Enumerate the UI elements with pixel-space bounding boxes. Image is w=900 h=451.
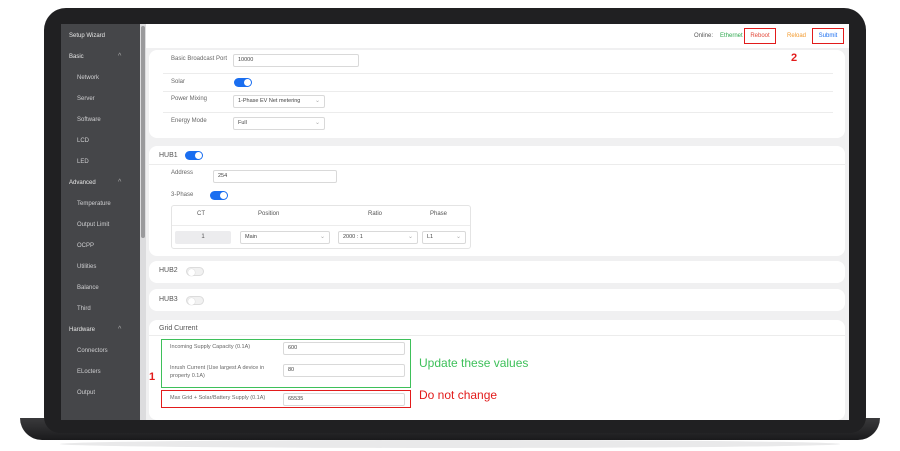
hub1-three-phase-toggle[interactable]	[210, 191, 228, 200]
hub2-title: HUB2	[159, 267, 178, 274]
power-mixing-value: 1-Phase EV Net metering	[238, 98, 301, 104]
hub2-toggle[interactable]	[186, 267, 204, 276]
ct-ratio-select[interactable]: 2000 : 1 ⌄	[338, 231, 418, 244]
ct-col-header: CT	[197, 211, 205, 217]
hub3-toggle[interactable]	[186, 296, 204, 305]
step-number-2: 2	[791, 52, 798, 64]
do-not-change-annotation: Do not change	[419, 388, 498, 402]
ct-phase-select[interactable]: L1 ⌄	[422, 231, 466, 244]
chevron-up-icon: ^	[118, 53, 122, 60]
sidebar-item-connectors[interactable]: Connectors	[77, 341, 108, 361]
hub3-title: HUB3	[159, 296, 178, 303]
energy-mode-select[interactable]: Full ⌄	[233, 117, 325, 130]
divider	[163, 73, 833, 74]
sidebar-item-utilities[interactable]: Utilities	[77, 257, 96, 277]
grid-current-title: Grid Current	[159, 325, 198, 332]
sidebar-item-output-limit[interactable]: Output Limit	[77, 215, 109, 235]
hub1-card: HUB1 Address 254 3-Phase CT Position Rat…	[149, 146, 845, 256]
phase-col-header: Phase	[430, 211, 448, 217]
laptop-mockup: Setup Wizard Basic ^ Network Server Software L…	[0, 0, 900, 451]
sidebar-item-lcd[interactable]: LCD	[77, 131, 89, 151]
sidebar-item-basic[interactable]: Basic	[69, 47, 84, 67]
sidebar-nav: Setup Wizard Basic ^ Network Server Software L…	[61, 24, 140, 420]
position-col-header: Position	[258, 211, 280, 217]
hub1-address-input[interactable]: 254	[213, 170, 337, 183]
update-values-annotation: Update these values	[419, 356, 529, 370]
hub3-card: HUB3	[149, 289, 845, 311]
broadcast-port-label: Basic Broadcast Port	[171, 56, 228, 62]
chevron-down-icon: ⌄	[314, 120, 320, 126]
sidebar-item-network[interactable]: Network	[77, 68, 99, 88]
chevron-down-icon: ⌄	[407, 234, 413, 240]
ct-phase-value: L1	[427, 234, 434, 240]
power-mixing-select[interactable]: 1-Phase EV Net metering ⌄	[233, 95, 325, 108]
hub1-toggle[interactable]	[185, 151, 203, 160]
step-number-1: 1	[149, 371, 156, 383]
solar-toggle[interactable]	[234, 78, 252, 87]
energy-mode-label: Energy Mode	[171, 118, 207, 124]
sidebar-item-software[interactable]: Software	[77, 110, 101, 130]
screen: Setup Wizard Basic ^ Network Server Software L…	[61, 24, 849, 420]
submit-button[interactable]: Submit	[812, 28, 844, 44]
sidebar-item-balance[interactable]: Balance	[77, 278, 99, 298]
sidebar-item-led[interactable]: LED	[77, 152, 89, 172]
connection-status-label: Online:	[694, 33, 714, 39]
divider	[149, 164, 845, 165]
hub1-three-phase-label: 3-Phase	[171, 192, 194, 198]
top-bar: Online: Ethernet Reboot Reload Submit	[146, 24, 849, 48]
ratio-col-header: Ratio	[368, 211, 383, 217]
divider	[163, 91, 833, 92]
sidebar-item-advanced[interactable]: Advanced	[69, 173, 96, 193]
chevron-up-icon: ^	[118, 179, 122, 186]
solar-label: Solar	[171, 79, 186, 85]
basic-settings-card: Basic Broadcast Port 10000 Solar Power M…	[149, 50, 845, 138]
sidebar-item-ocpp[interactable]: OCPP	[77, 236, 94, 256]
energy-mode-value: Full	[238, 120, 247, 126]
chevron-down-icon: ⌄	[314, 98, 320, 104]
sidebar-item-output[interactable]: Output	[77, 383, 95, 403]
laptop-shadow	[60, 440, 840, 448]
divider	[163, 112, 833, 113]
ct-number-cell: 1	[175, 231, 231, 244]
hub2-card: HUB2	[149, 261, 845, 283]
ct-position-value: Main	[245, 234, 257, 240]
connection-status-value: Ethernet	[720, 33, 743, 39]
chevron-down-icon: ⌄	[319, 234, 325, 240]
divider	[172, 225, 470, 226]
reboot-button[interactable]: Reboot	[744, 28, 776, 44]
ct-ratio-value: 2000 : 1	[343, 234, 363, 240]
divider	[149, 335, 845, 336]
sidebar-item-third[interactable]: Third	[77, 299, 91, 319]
update-values-highlight	[161, 339, 411, 388]
chevron-up-icon: ^	[118, 326, 122, 333]
chevron-down-icon: ⌄	[455, 234, 461, 240]
reload-button[interactable]: Reload	[787, 24, 806, 48]
sidebar-item-temperature[interactable]: Temperature	[77, 194, 111, 214]
hub1-address-label: Address	[171, 170, 194, 176]
do-not-change-highlight	[161, 390, 411, 408]
ct-table: CT Position Ratio Phase 1 Main ⌄ 2000 : …	[171, 205, 471, 249]
sidebar-item-server[interactable]: Server	[77, 89, 95, 109]
sidebar-scroll-thumb[interactable]	[141, 26, 145, 238]
ct-position-select[interactable]: Main ⌄	[240, 231, 330, 244]
sidebar-item-setup-wizard[interactable]: Setup Wizard	[69, 26, 105, 46]
hub1-title: HUB1	[159, 152, 178, 159]
broadcast-port-input[interactable]: 10000	[233, 54, 359, 67]
sidebar-item-elocters[interactable]: ELocters	[77, 362, 101, 382]
power-mixing-label: Power Mixing	[171, 96, 208, 102]
sidebar-item-hardware[interactable]: Hardware	[69, 320, 95, 340]
